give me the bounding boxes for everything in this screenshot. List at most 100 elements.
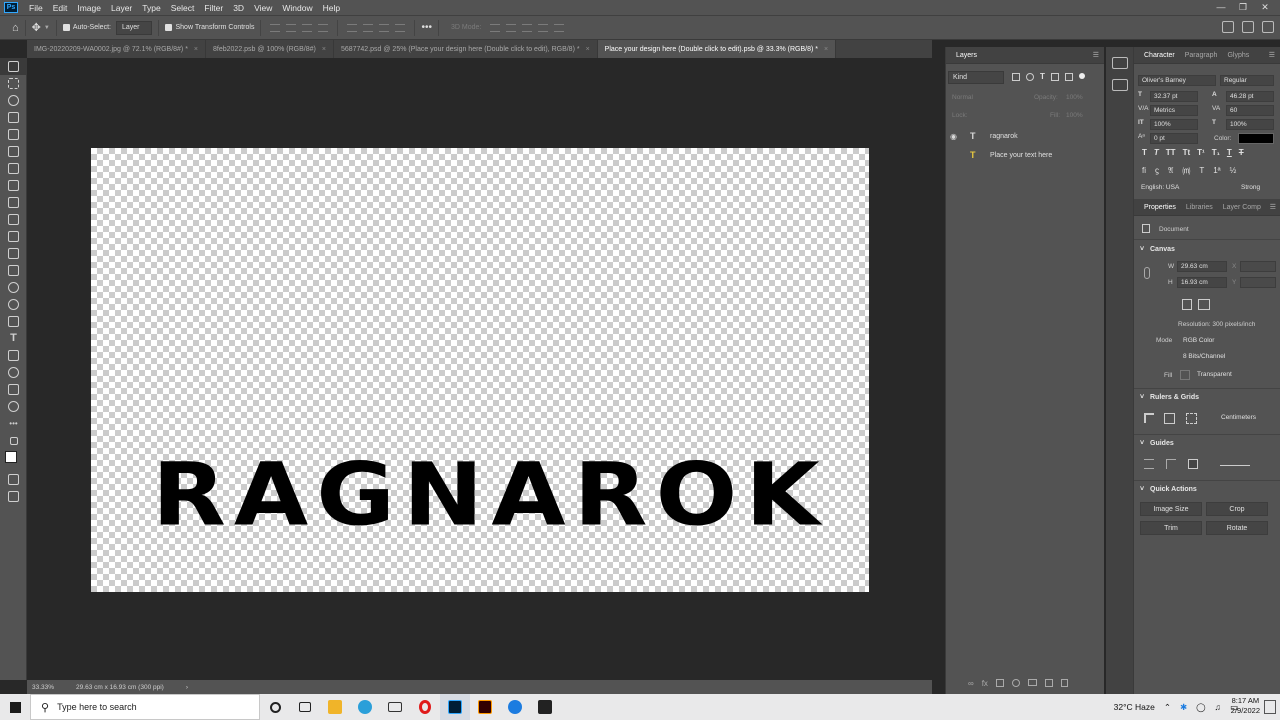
hand-tool[interactable] [0, 381, 27, 398]
fractions-icon[interactable]: ½ [1230, 166, 1237, 177]
quick-actions-chevron-icon[interactable]: ˅ [1140, 486, 1144, 493]
canvas-text-layer[interactable]: RAGNAROK [152, 450, 820, 540]
frame-tool[interactable] [0, 143, 27, 160]
tab-document-3[interactable]: 5687742.psd @ 25% (Place your design her… [334, 40, 598, 58]
filter-type-icon[interactable]: T [1040, 73, 1045, 81]
canvas-height-field[interactable]: 16.93 cm [1177, 277, 1227, 288]
search-icon[interactable] [1222, 21, 1234, 33]
units-dropdown[interactable]: Centimeters [1218, 413, 1268, 424]
screen-mode[interactable] [0, 488, 27, 505]
auto-select-target-dropdown[interactable]: Layer [115, 20, 153, 35]
volume-icon[interactable]: ♫ [1215, 702, 1221, 712]
link-dimensions-icon[interactable] [1144, 267, 1150, 279]
history-brush-tool[interactable] [0, 228, 27, 245]
home-icon[interactable]: ⌂ [12, 22, 19, 34]
menu-help[interactable]: Help [318, 3, 345, 13]
quick-mask[interactable] [0, 471, 27, 488]
all-caps-icon[interactable]: TT [1166, 148, 1176, 157]
illustrator-taskbar-button[interactable] [470, 694, 500, 720]
tab-glyphs[interactable]: Glyphs [1222, 52, 1254, 59]
shape-tool[interactable] [0, 364, 27, 381]
cortana-button[interactable] [260, 694, 290, 720]
align-center-icon[interactable] [286, 23, 297, 32]
tab-libraries[interactable]: Libraries [1181, 204, 1218, 211]
guides-section-chevron-icon[interactable]: ˅ [1140, 440, 1144, 447]
bit-depth-dropdown[interactable]: 8 Bits/Channel [1180, 352, 1266, 363]
faux-italic-icon[interactable]: T [1154, 148, 1159, 157]
eye-icon[interactable]: ◉ [950, 132, 964, 141]
stamp-tool[interactable] [0, 211, 27, 228]
workspace-icon[interactable] [1242, 21, 1254, 33]
menu-type[interactable]: Type [137, 3, 165, 13]
trim-button[interactable]: Trim [1140, 521, 1202, 535]
type-tool[interactable]: T [0, 330, 27, 347]
tab-close-icon[interactable]: × [586, 46, 590, 53]
faux-bold-icon[interactable]: T [1142, 148, 1147, 157]
stylistic-icon[interactable]: ⒨ [1182, 166, 1190, 177]
underline-icon[interactable]: T [1227, 148, 1232, 157]
tab-document-1[interactable]: IMG-20220209-WA0002.jpg @ 72.1% (RGB/8#)… [27, 40, 207, 58]
align-right-icon[interactable] [302, 23, 313, 32]
baseline-field[interactable]: 0 pt [1150, 133, 1198, 144]
superscript-icon[interactable]: T¹ [1197, 148, 1205, 157]
adjustments-icon[interactable] [1111, 79, 1128, 91]
guide-style-line[interactable] [1220, 465, 1250, 466]
small-caps-icon[interactable]: Tt [1183, 148, 1191, 157]
fill-value[interactable]: 100% [1066, 112, 1083, 119]
share-icon[interactable] [1262, 21, 1274, 33]
align-top-icon[interactable] [347, 23, 358, 32]
rulers-section-chevron-icon[interactable]: ˅ [1140, 394, 1144, 401]
canvas-section-chevron-icon[interactable]: ˅ [1140, 246, 1144, 253]
menu-edit[interactable]: Edit [48, 3, 73, 13]
align-middle-icon[interactable] [363, 23, 374, 32]
path-select-tool[interactable] [0, 347, 27, 364]
tray-chevron-up-icon[interactable]: ⌃ [1164, 702, 1171, 713]
panel-menu-icon[interactable]: ☰ [1269, 51, 1275, 59]
layer-filter-dropdown[interactable]: Kind [948, 71, 1004, 84]
filter-pixel-icon[interactable] [1012, 73, 1020, 81]
crop-tool[interactable] [0, 126, 27, 143]
chevron-down-icon[interactable]: ▼ [44, 25, 50, 31]
ligatures-icon[interactable]: fi [1142, 166, 1146, 177]
network-icon[interactable]: ◯ [1196, 702, 1206, 713]
photoshop-taskbar-button[interactable] [440, 694, 470, 720]
layer-row[interactable]: ◉ T Place your text here [946, 146, 1105, 164]
lasso-tool[interactable] [0, 92, 27, 109]
trash-icon[interactable] [1060, 679, 1068, 687]
tab-close-icon[interactable]: × [194, 46, 198, 53]
notifications-icon[interactable] [1264, 700, 1276, 714]
more-options-icon[interactable]: ••• [421, 22, 432, 33]
tab-close-icon[interactable]: × [322, 46, 326, 53]
pen-tool[interactable] [0, 313, 27, 330]
portrait-icon[interactable] [1182, 299, 1192, 310]
tab-document-4[interactable]: Place your design here (Double click to … [597, 40, 837, 58]
close-icon[interactable]: ✕ [1254, 0, 1276, 15]
tab-document-2[interactable]: 8feb2022.psb @ 100% (RGB/8#) × [206, 40, 334, 58]
tab-layer-comps[interactable]: Layer Comp [1218, 204, 1266, 211]
photos-taskbar-button[interactable] [530, 694, 560, 720]
bluetooth-taskbar-button[interactable] [500, 694, 530, 720]
canvas-width-field[interactable]: 29.63 cm [1177, 261, 1227, 272]
font-family-dropdown[interactable]: Oliver's Barney [1138, 75, 1216, 86]
text-color-swatch[interactable] [1238, 133, 1274, 144]
clear-guides-icon[interactable] [1144, 459, 1154, 469]
menu-filter[interactable]: Filter [199, 3, 228, 13]
landscape-icon[interactable] [1198, 299, 1210, 310]
filter-toggle-icon[interactable] [1078, 73, 1085, 79]
weather-widget[interactable]: 32°C Haze [1114, 702, 1155, 712]
tab-layers[interactable]: Layers [951, 52, 982, 59]
tray-bluetooth-icon[interactable]: ✱ [1180, 702, 1187, 713]
start-button[interactable] [0, 694, 30, 720]
edge-button[interactable] [350, 694, 380, 720]
link-layers-icon[interactable]: ∞ [968, 679, 974, 688]
subscript-icon[interactable]: T₁ [1212, 148, 1220, 157]
brush-tool[interactable] [0, 194, 27, 211]
blend-mode-dropdown[interactable]: Normal [952, 94, 1032, 101]
auto-select-checkbox[interactable]: Auto-Select: [62, 24, 111, 31]
show-transform-checkbox[interactable]: Show Transform Controls [165, 24, 254, 31]
align-bottom-icon[interactable] [379, 23, 390, 32]
zoom-tool[interactable] [0, 398, 27, 415]
tab-properties[interactable]: Properties [1139, 204, 1181, 211]
menu-layer[interactable]: Layer [106, 3, 137, 13]
vertical-scale-field[interactable]: 100% [1150, 119, 1198, 130]
